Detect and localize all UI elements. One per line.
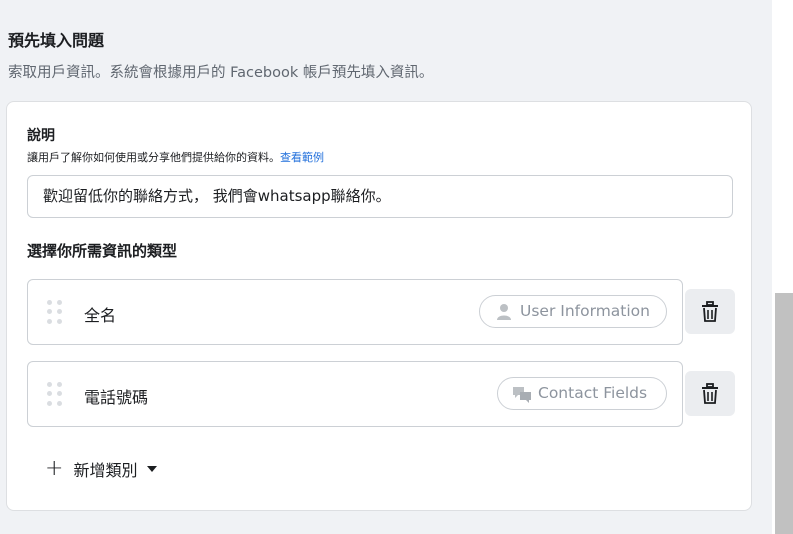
add-category-button[interactable]: + 新增類別: [45, 456, 158, 481]
see-example-link[interactable]: 查看範例: [280, 151, 324, 164]
field-type-label: Contact Fields: [538, 384, 648, 402]
field-type-badge: User Information: [479, 295, 667, 328]
drag-handle-icon[interactable]: [47, 382, 62, 406]
description-help: 讓用戶了解你如何使用或分享他們提供給你的資料。查看範例: [27, 149, 324, 165]
field-type-label: User Information: [520, 302, 650, 320]
section-title: 預先填入問題: [8, 31, 105, 50]
chat-bubbles-icon: [513, 387, 531, 403]
caret-down-icon: [147, 466, 158, 472]
description-input[interactable]: 歡迎留低你的聯絡方式， 我們會whatsapp聯絡你。: [27, 175, 733, 218]
section-subtitle: 索取用戶資訊。系統會根據用戶的 Facebook 帳戶預先填入資訊。: [8, 65, 434, 81]
drag-handle-icon[interactable]: [47, 300, 62, 324]
description-label: 說明: [27, 128, 55, 144]
prefill-questions-card: 說明 讓用戶了解你如何使用或分享他們提供給你的資料。查看範例 歡迎留低你的聯絡方…: [6, 101, 752, 511]
question-row-phone[interactable]: 電話號碼 Contact Fields: [27, 361, 683, 427]
delete-button[interactable]: [685, 289, 735, 334]
plus-icon: +: [45, 456, 64, 481]
question-label: 電話號碼: [84, 388, 149, 407]
question-label: 全名: [84, 306, 117, 325]
scrollbar-thumb[interactable]: [775, 293, 793, 534]
delete-button[interactable]: [685, 371, 735, 416]
person-icon: [497, 304, 511, 320]
field-type-badge: Contact Fields: [497, 377, 667, 410]
add-category-label: 新增類別: [73, 461, 138, 480]
trash-icon: [702, 382, 718, 404]
info-types-label: 選擇你所需資訊的類型: [27, 242, 178, 260]
trash-icon: [702, 300, 718, 322]
question-row-full-name[interactable]: 全名 User Information: [27, 279, 683, 345]
description-help-text: 讓用戶了解你如何使用或分享他們提供給你的資料。: [27, 151, 280, 164]
